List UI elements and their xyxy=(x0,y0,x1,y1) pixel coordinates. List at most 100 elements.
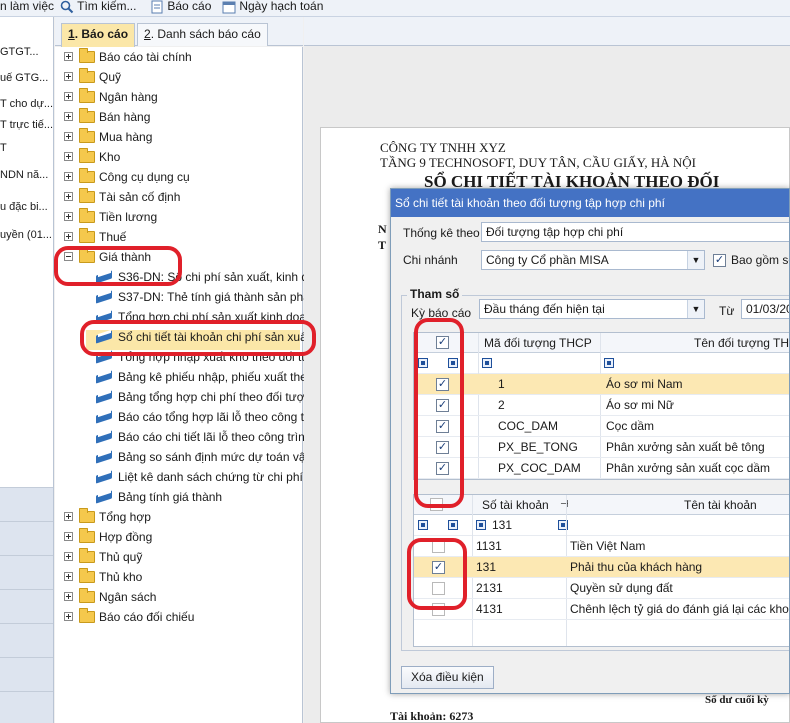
expand-icon[interactable] xyxy=(64,92,73,101)
tree-folder[interactable]: Tiền lương xyxy=(63,207,301,227)
tree-folder[interactable]: Thuế xyxy=(63,227,301,247)
expand-icon[interactable] xyxy=(64,192,73,201)
table-row[interactable]: ✓ 2 Áo sơ mi Nữ xyxy=(414,395,789,416)
include-checkbox[interactable]: ✓ xyxy=(713,254,726,267)
chevron-down-icon[interactable]: ▼ xyxy=(687,300,704,318)
toolbar-reports[interactable]: Báo cáo xyxy=(150,0,211,15)
expand-icon[interactable] xyxy=(64,572,73,581)
expand-icon[interactable] xyxy=(64,112,73,121)
tree-report-label: Bảng tổng hợp chi phí theo đối tượng xyxy=(118,390,318,404)
chevron-down-icon[interactable]: ▼ xyxy=(687,251,704,269)
folder-icon xyxy=(79,528,95,543)
filter-icon[interactable] xyxy=(604,358,614,368)
expand-icon[interactable] xyxy=(64,512,73,521)
tree-folder[interactable]: Ngân hàng xyxy=(63,87,301,107)
table-row[interactable]: ✓ 131 Phải thu của khách hàng xyxy=(414,557,789,578)
pin-icon[interactable]: ⊣ xyxy=(560,495,569,515)
tree-report-item[interactable]: Bảng tính giá thành xyxy=(96,487,301,507)
expand-icon[interactable] xyxy=(64,172,73,181)
left-nav-item[interactable]: uế GTG... xyxy=(0,68,48,88)
expand-icon[interactable] xyxy=(64,152,73,161)
tree-folder[interactable]: Quỹ xyxy=(63,67,301,87)
col-header-code[interactable]: Mã đối tượng THCP xyxy=(484,333,592,353)
period-select[interactable]: Đầu tháng đến hiện tại ▼ xyxy=(479,299,705,319)
dialog-title[interactable]: Sổ chi tiết tài khoản theo đối tượng tập… xyxy=(391,189,789,217)
account-filter-value[interactable]: 131 xyxy=(492,515,512,535)
tree-folder[interactable]: Báo cáo tài chính xyxy=(63,47,301,67)
tree-folder[interactable]: Bán hàng xyxy=(63,107,301,127)
grid-header: ✓ Mã đối tượng THCP Tên đối tượng THCP xyxy=(414,333,789,353)
tree-folder[interactable]: Báo cáo đối chiếu xyxy=(63,607,301,627)
table-row[interactable]: 2131 Quyền sử dụng đất xyxy=(414,578,789,599)
top-toolbar: n làm việc Tìm kiếm... Báo cáo Ngày hạch… xyxy=(0,0,790,17)
left-nav-item[interactable]: T xyxy=(0,138,7,158)
branch-select[interactable]: Công ty Cổ phần MISA ▼ xyxy=(481,250,705,270)
filter-icon[interactable] xyxy=(418,520,428,530)
from-date-field[interactable]: 01/03/20 xyxy=(741,299,789,319)
col-header-account[interactable]: Số tài khoản xyxy=(482,495,549,515)
filter-icon[interactable] xyxy=(448,520,458,530)
annotation-mark xyxy=(80,320,316,356)
expand-icon[interactable] xyxy=(64,552,73,561)
table-row[interactable]: 4131 Chênh lệch tỷ giá do đánh giá lại cá… xyxy=(414,599,789,620)
tree-report-item[interactable]: Bảng so sánh định mức dự toán vật t xyxy=(96,447,316,467)
col-header-name[interactable]: Tên đối tượng THCP xyxy=(694,333,789,353)
left-nav-section-list xyxy=(0,487,53,723)
table-row[interactable]: ✓ 1 Áo sơ mi Nam xyxy=(414,374,789,395)
left-nav-item[interactable]: T cho dự... xyxy=(0,94,53,114)
filter-icon[interactable] xyxy=(482,358,492,368)
expand-icon[interactable] xyxy=(64,612,73,621)
left-nav-item[interactable]: NDN nă... xyxy=(0,165,48,185)
expand-icon[interactable] xyxy=(64,212,73,221)
folder-icon xyxy=(79,108,95,123)
expand-icon[interactable] xyxy=(64,592,73,601)
expand-icon[interactable] xyxy=(64,532,73,541)
tree-folder[interactable]: Ngân sách xyxy=(63,587,301,607)
left-nav-item[interactable]: u đặc bi... xyxy=(0,197,48,217)
filter-icon[interactable] xyxy=(476,520,486,530)
account-name: Tiền Việt Nam xyxy=(570,539,646,553)
folder-icon xyxy=(79,588,95,603)
table-row[interactable]: ✓ COC_DAM Cọc dầm xyxy=(414,416,789,437)
stat-by-field[interactable]: Đối tượng tập hợp chi phí xyxy=(481,222,789,242)
left-nav-item[interactable]: GTGT... xyxy=(0,42,39,62)
tree-folder[interactable]: Kho xyxy=(63,147,301,167)
report-account-line: Tài khoản: 6273 xyxy=(390,709,474,723)
toolbar-workspace-label[interactable]: n làm việc xyxy=(0,0,54,15)
left-nav-item[interactable]: uyền (01... xyxy=(0,225,52,245)
tree-folder[interactable]: Công cụ dụng cụ xyxy=(63,167,301,187)
tree-folder[interactable]: Hợp đồng xyxy=(63,527,301,547)
tab-reports[interactable]: 1. Báo cáo xyxy=(61,23,136,47)
expand-icon[interactable] xyxy=(64,72,73,81)
expand-icon[interactable] xyxy=(64,52,73,61)
tree-report-item[interactable]: Liệt kê danh sách chứng từ chi phí c xyxy=(96,467,312,487)
table-row[interactable]: ✓ PX_BE_TONG Phân xưởng sản xuất bê tông xyxy=(414,437,789,458)
clear-conditions-button[interactable]: Xóa điều kiện xyxy=(401,666,494,689)
expand-icon[interactable] xyxy=(64,232,73,241)
account-name: Phải thu của khách hàng xyxy=(570,560,703,574)
tree-folder[interactable]: Tài sản cố định xyxy=(63,187,301,207)
tree-report-item[interactable]: S37-DN: Thẻ tính giá thành sản phẩ xyxy=(96,287,310,307)
tree-report-item[interactable]: Báo cáo tổng hợp lãi lỗ theo công trì xyxy=(96,407,311,427)
toolbar-search[interactable]: Tìm kiếm... xyxy=(60,0,136,15)
folder-icon xyxy=(79,228,95,243)
left-nav-item[interactable]: T trực tiế... xyxy=(0,115,53,135)
tree-report-item[interactable]: Bảng tổng hợp chi phí theo đối tượng xyxy=(96,387,318,407)
tab-reports-number: 1 xyxy=(68,27,75,41)
toolbar-posting-date[interactable]: Ngày hạch toán xyxy=(222,0,323,15)
tree-folder[interactable]: Thủ kho xyxy=(63,567,301,587)
expand-icon[interactable] xyxy=(64,132,73,141)
tree-report-label: S37-DN: Thẻ tính giá thành sản phẩ xyxy=(118,290,310,304)
tree-folder[interactable]: Tổng hợp xyxy=(63,507,301,527)
tree-report-item[interactable]: Báo cáo chi tiết lãi lỗ theo công trình xyxy=(96,427,311,447)
annotation-mark xyxy=(54,246,182,286)
table-row[interactable]: 1131 Tiền Việt Nam xyxy=(414,536,789,557)
tab-report-list-label: . Danh sách báo cáo xyxy=(150,27,261,41)
col-header-account-name[interactable]: Tên tài khoản xyxy=(684,495,757,515)
tab-report-list[interactable]: 2. Danh sách báo cáo xyxy=(137,23,268,46)
tree-report-item[interactable]: Bảng kê phiếu nhập, phiếu xuất theo xyxy=(96,367,314,387)
tree-folder[interactable]: Thủ quỹ xyxy=(63,547,301,567)
divider xyxy=(0,657,53,658)
tree-folder[interactable]: Mua hàng xyxy=(63,127,301,147)
table-row[interactable]: ✓ PX_COC_DAM Phân xưởng sản xuất cọc dầm xyxy=(414,458,789,479)
